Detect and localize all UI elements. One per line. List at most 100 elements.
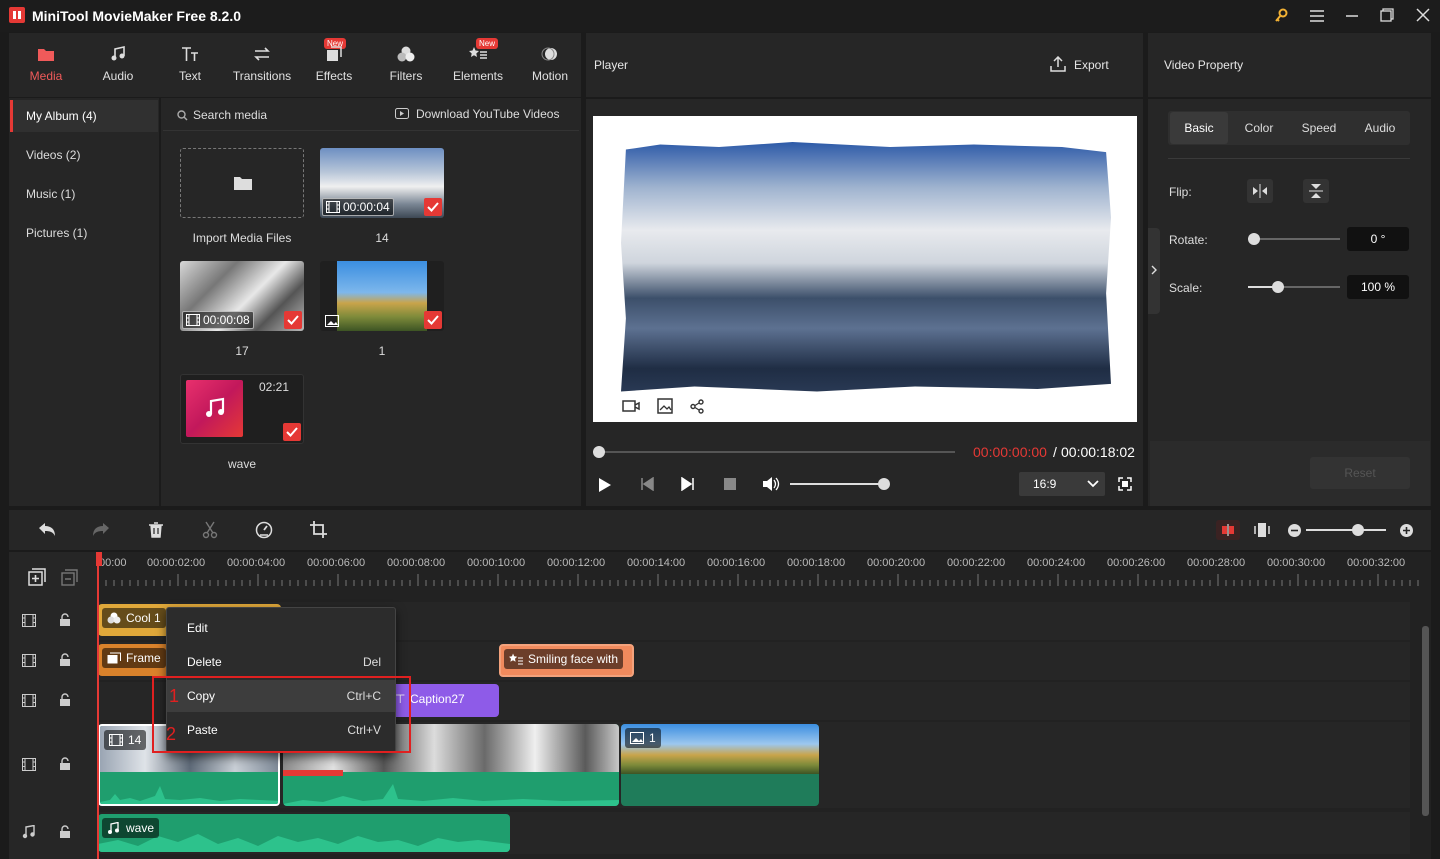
player-progress-track[interactable] xyxy=(598,451,955,453)
tab-transitions[interactable]: Transitions xyxy=(226,34,298,96)
player-progress-knob[interactable] xyxy=(593,446,605,458)
media-thumb-1[interactable] xyxy=(320,261,444,331)
sidebar-item-videos[interactable]: Videos (2) xyxy=(10,139,158,171)
fullscreen-icon[interactable] xyxy=(1118,477,1132,491)
snap-toggle-icon[interactable] xyxy=(1216,520,1240,540)
tab-effects[interactable]: New Effects xyxy=(298,34,370,96)
ruler-label: 00:00:24:00 xyxy=(1027,557,1086,569)
sidebar-item-music[interactable]: Music (1) xyxy=(10,178,158,210)
export-button[interactable]: Export xyxy=(1074,58,1109,72)
menu-icon[interactable] xyxy=(1309,9,1325,23)
aspect-ratio-select[interactable]: 16:9 xyxy=(1019,472,1105,496)
search-input[interactable]: Search media xyxy=(193,108,267,122)
menu-item-edit[interactable]: Edit xyxy=(167,612,395,644)
tab-motion[interactable]: Motion xyxy=(514,34,586,96)
delete-icon[interactable] xyxy=(148,522,164,538)
selected-check-icon[interactable] xyxy=(283,423,301,441)
ruler-label: 00:00:10:00 xyxy=(467,557,526,569)
add-track-icon[interactable] xyxy=(28,568,46,586)
volume-icon[interactable] xyxy=(762,476,780,492)
menu-item-delete[interactable]: Delete Del xyxy=(167,646,395,678)
duration-badge: 00:00:08 xyxy=(182,311,254,329)
timeline-scrollbar[interactable] xyxy=(1422,626,1429,816)
tab-audio-property[interactable]: Audio xyxy=(1350,112,1410,144)
snapshot-icon[interactable] xyxy=(657,398,673,414)
play-icon[interactable] xyxy=(598,477,612,493)
volume-track[interactable] xyxy=(790,483,884,485)
playhead-handle[interactable] xyxy=(96,552,102,566)
maximize-icon[interactable] xyxy=(1380,8,1394,22)
remove-track-icon[interactable] xyxy=(61,569,78,586)
tab-color[interactable]: Color xyxy=(1230,112,1288,144)
zoom-in-icon[interactable] xyxy=(1400,524,1413,537)
next-frame-icon[interactable] xyxy=(681,477,695,491)
audio-clip-wave[interactable]: wave xyxy=(98,814,510,852)
zoom-slider-track[interactable] xyxy=(1306,529,1386,531)
ruler-label: 00:00:32:00 xyxy=(1347,557,1406,569)
crop-icon[interactable] xyxy=(310,521,327,538)
clip-label: Cool 1 xyxy=(102,608,166,628)
search-icon xyxy=(177,110,188,121)
ruler-label: 00:00:06:00 xyxy=(307,557,366,569)
lock-icon[interactable] xyxy=(59,757,71,771)
speed-icon[interactable] xyxy=(255,521,273,539)
lock-icon[interactable] xyxy=(59,653,71,667)
selected-check-icon[interactable] xyxy=(424,311,442,329)
ruler-label: 00:00:30:00 xyxy=(1267,557,1326,569)
tab-filters[interactable]: Filters xyxy=(370,34,442,96)
time-ruler[interactable] xyxy=(97,570,1422,588)
flip-vertical-icon[interactable] xyxy=(1303,179,1329,203)
scale-slider-knob[interactable] xyxy=(1272,281,1284,293)
media-icon xyxy=(37,46,55,62)
sidebar-item-pictures[interactable]: Pictures (1) xyxy=(10,217,158,249)
lock-icon[interactable] xyxy=(59,825,71,839)
stop-icon[interactable] xyxy=(724,478,736,490)
media-thumb-14[interactable]: 00:00:04 xyxy=(320,148,444,218)
tab-elements[interactable]: New Elements xyxy=(442,34,514,96)
lock-icon[interactable] xyxy=(59,693,71,707)
media-thumb-wave[interactable]: 02:21 xyxy=(180,374,304,444)
ruler-label: 00:00:04:00 xyxy=(227,557,286,569)
reset-button[interactable]: Reset xyxy=(1310,457,1410,489)
zoom-out-icon[interactable] xyxy=(1288,524,1301,537)
download-youtube-button[interactable]: Download YouTube Videos xyxy=(416,107,559,121)
scale-value-input[interactable]: 100 % xyxy=(1347,275,1409,299)
playhead[interactable] xyxy=(97,552,99,859)
previous-frame-icon[interactable] xyxy=(640,477,654,491)
camera-icon[interactable] xyxy=(622,399,640,413)
flip-horizontal-icon[interactable] xyxy=(1247,179,1273,203)
rotate-value-input[interactable]: 0 ° xyxy=(1347,227,1409,251)
chevron-down-icon xyxy=(1087,480,1099,488)
tab-basic[interactable]: Basic xyxy=(1170,112,1228,144)
media-thumb-17[interactable]: 00:00:08 xyxy=(180,261,304,331)
element-smiling-face-clip[interactable]: Smiling face with xyxy=(499,644,634,677)
minimize-icon[interactable] xyxy=(1345,9,1359,23)
fit-timeline-icon[interactable] xyxy=(1254,521,1270,539)
lock-icon[interactable] xyxy=(59,613,71,627)
audio-icon xyxy=(110,46,126,62)
filters-icon xyxy=(397,46,415,62)
sidebar-item-my-album[interactable]: My Album (4) xyxy=(10,100,158,132)
share-icon[interactable] xyxy=(690,399,705,414)
redo-icon[interactable] xyxy=(92,522,110,538)
split-scissors-icon[interactable] xyxy=(202,521,218,539)
tab-speed[interactable]: Speed xyxy=(1290,112,1348,144)
volume-knob[interactable] xyxy=(878,478,890,490)
selected-check-icon[interactable] xyxy=(424,198,442,216)
tab-text[interactable]: Text xyxy=(154,34,226,96)
close-icon[interactable] xyxy=(1416,8,1430,22)
undo-icon[interactable] xyxy=(38,522,56,538)
tab-media[interactable]: Media xyxy=(10,34,82,96)
tab-audio[interactable]: Audio xyxy=(82,34,154,96)
rotate-slider-track[interactable] xyxy=(1248,238,1340,240)
ruler-label: 00:00:12:00 xyxy=(547,557,606,569)
key-icon[interactable] xyxy=(1273,8,1289,24)
picture-clip-1[interactable]: 1 xyxy=(621,724,819,806)
flip-label: Flip: xyxy=(1169,185,1192,199)
rotate-slider-knob[interactable] xyxy=(1248,233,1260,245)
selected-check-icon[interactable] xyxy=(284,311,302,329)
media-caption: 1 xyxy=(378,344,386,358)
collapse-panel-handle[interactable] xyxy=(1148,228,1160,314)
app-logo-icon xyxy=(9,7,25,23)
import-media-button[interactable] xyxy=(180,148,304,218)
